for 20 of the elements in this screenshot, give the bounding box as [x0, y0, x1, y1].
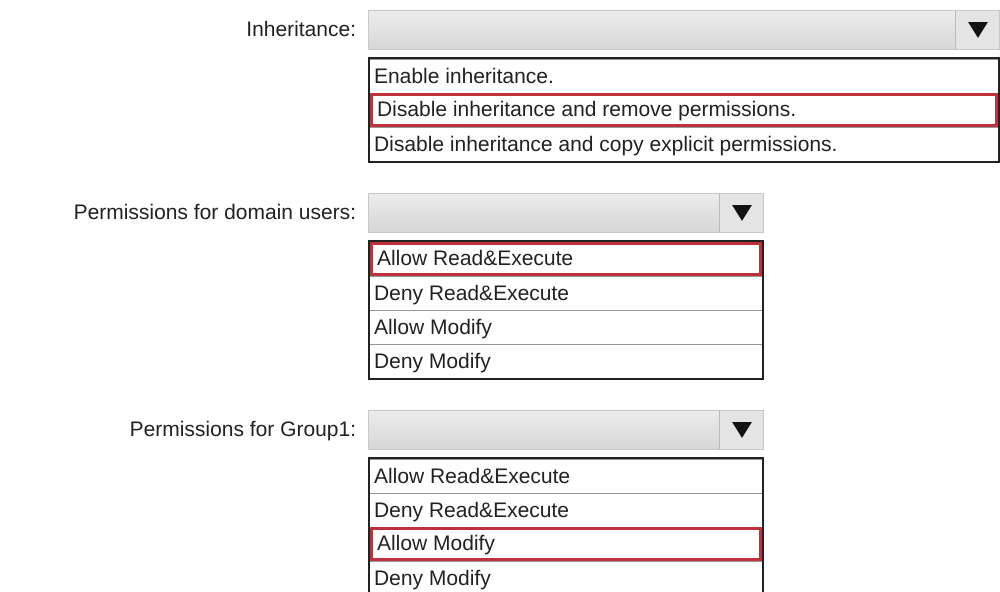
- dropdown-option[interactable]: Enable inheritance.: [370, 59, 998, 93]
- dropdown-option[interactable]: Allow Read&Execute: [370, 459, 762, 493]
- dropdown-option[interactable]: Deny Read&Execute: [370, 493, 762, 527]
- dropdown-field[interactable]: [368, 193, 764, 233]
- question-label: Inheritance:: [246, 17, 356, 44]
- dropdown-field[interactable]: [368, 10, 1000, 50]
- question-label: Permissions for domain users:: [74, 200, 356, 226]
- dropdown-option[interactable]: Allow Modify: [370, 310, 762, 344]
- dropdown-option[interactable]: Deny Modify: [370, 344, 762, 378]
- dropdown-option[interactable]: Deny Read&Execute: [370, 276, 762, 310]
- question-label: Permissions for Group1:: [130, 417, 356, 444]
- dropdown-option[interactable]: Disable inheritance and copy explicit permissions.: [370, 127, 998, 161]
- dropdown-arrow-icon: [732, 205, 752, 221]
- dropdown-option[interactable]: Disable inheritance and remove permissions.: [370, 93, 998, 127]
- dropdown-option[interactable]: Deny Modify: [370, 561, 762, 592]
- dropdown-arrow-icon: [732, 422, 752, 438]
- dropdown-field[interactable]: [368, 410, 764, 450]
- dropdown-option[interactable]: Allow Modify: [370, 527, 762, 561]
- dropdown-option[interactable]: Allow Read&Execute: [370, 242, 762, 276]
- dropdown-arrow-icon: [968, 22, 988, 38]
